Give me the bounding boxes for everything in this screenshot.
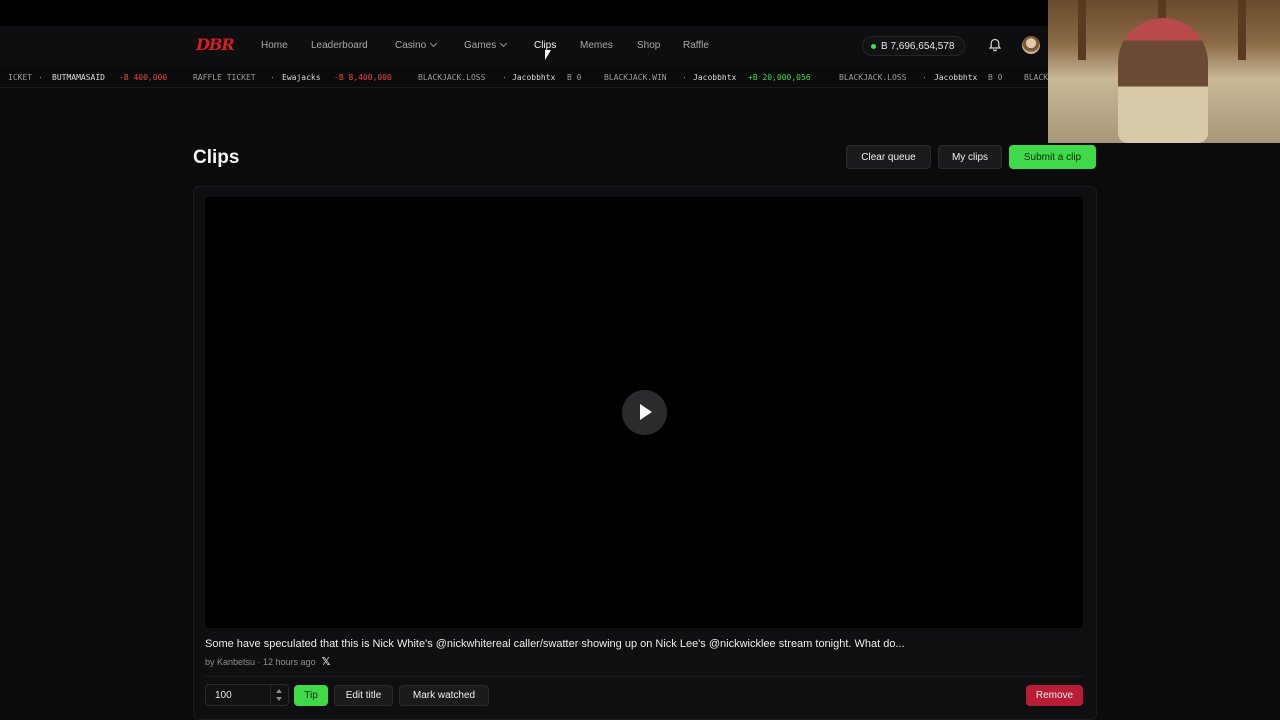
submit-clip-button[interactable]: Submit a clip bbox=[1009, 145, 1096, 169]
remove-button[interactable]: Remove bbox=[1026, 685, 1083, 706]
mark-watched-button[interactable]: Mark watched bbox=[399, 685, 489, 706]
chevron-down-icon bbox=[430, 39, 438, 48]
clip-title: Some have speculated that this is Nick W… bbox=[205, 638, 905, 650]
nav-games[interactable]: Games bbox=[464, 39, 508, 51]
clear-queue-button[interactable]: Clear queue bbox=[846, 145, 931, 169]
page-title: Clips bbox=[193, 147, 240, 168]
ticker-amount: B 0 bbox=[567, 73, 582, 82]
nav-leaderboard[interactable]: Leaderboard bbox=[311, 40, 368, 51]
ticker-text: BLACKJACK.WIN bbox=[604, 73, 667, 82]
ticker-amount: -B 400,000 bbox=[119, 73, 168, 82]
ticker-user: Ewajacks bbox=[282, 73, 321, 82]
ticker-text: BLACKJACK.LOSS bbox=[418, 73, 486, 82]
balance-pill[interactable]: B 7,696,654,578 bbox=[862, 36, 966, 56]
activity-ticker: ICKET · BUTMAMASAID -B 400,000 RAFFLE TI… bbox=[0, 66, 1050, 88]
mouse-cursor-icon bbox=[545, 50, 551, 60]
ticker-user: BUTMAMASAID bbox=[52, 73, 105, 82]
play-icon[interactable] bbox=[622, 390, 667, 435]
nav-raffle[interactable]: Raffle bbox=[683, 40, 709, 51]
bell-icon[interactable] bbox=[988, 38, 1002, 52]
avatar[interactable] bbox=[1022, 36, 1040, 54]
ticker-amount: -B 8,400,000 bbox=[334, 73, 392, 82]
x-icon[interactable]: 𝕏 bbox=[322, 655, 331, 668]
site-logo[interactable]: DBR bbox=[196, 35, 238, 55]
my-clips-button[interactable]: My clips bbox=[938, 145, 1002, 169]
stepper-down-icon[interactable] bbox=[276, 697, 282, 701]
amount-stepper[interactable] bbox=[270, 685, 288, 705]
clip-author: by Kanbetsu · 12 hours ago bbox=[205, 656, 316, 667]
nav-shop[interactable]: Shop bbox=[637, 40, 660, 51]
divider bbox=[205, 676, 1083, 677]
ticker-user: Jacobbhtx bbox=[934, 73, 978, 82]
ticker-text: BLACK bbox=[1024, 73, 1049, 82]
nav-home[interactable]: Home bbox=[261, 40, 288, 51]
streamer-image bbox=[1118, 18, 1208, 143]
balance-amount: B 7,696,654,578 bbox=[881, 40, 955, 52]
webcam-overlay bbox=[1048, 0, 1280, 143]
nav-games-label: Games bbox=[464, 40, 497, 51]
nav-casino[interactable]: Casino bbox=[395, 39, 438, 51]
ticker-text: RAFFLE TICKET bbox=[193, 73, 256, 82]
nav-casino-label: Casino bbox=[395, 40, 427, 51]
ticker-amount: +B 20,000,056 bbox=[748, 73, 811, 82]
nav-memes[interactable]: Memes bbox=[580, 40, 613, 51]
tip-button[interactable]: Tip bbox=[294, 685, 328, 706]
ticker-text: BLACKJACK.LOSS bbox=[839, 73, 907, 82]
ticker-user: Jacobbhtx bbox=[512, 73, 556, 82]
online-dot-icon bbox=[871, 43, 876, 49]
edit-title-button[interactable]: Edit title bbox=[334, 685, 393, 706]
ticker-text: ICKET bbox=[8, 73, 33, 82]
stepper-up-icon[interactable] bbox=[276, 689, 282, 693]
ticker-user: Jacobbhtx bbox=[693, 73, 737, 82]
ticker-amount: B 0 bbox=[988, 73, 1003, 82]
clip-meta: by Kanbetsu · 12 hours ago 𝕏 bbox=[205, 655, 330, 668]
chevron-down-icon bbox=[500, 39, 508, 48]
